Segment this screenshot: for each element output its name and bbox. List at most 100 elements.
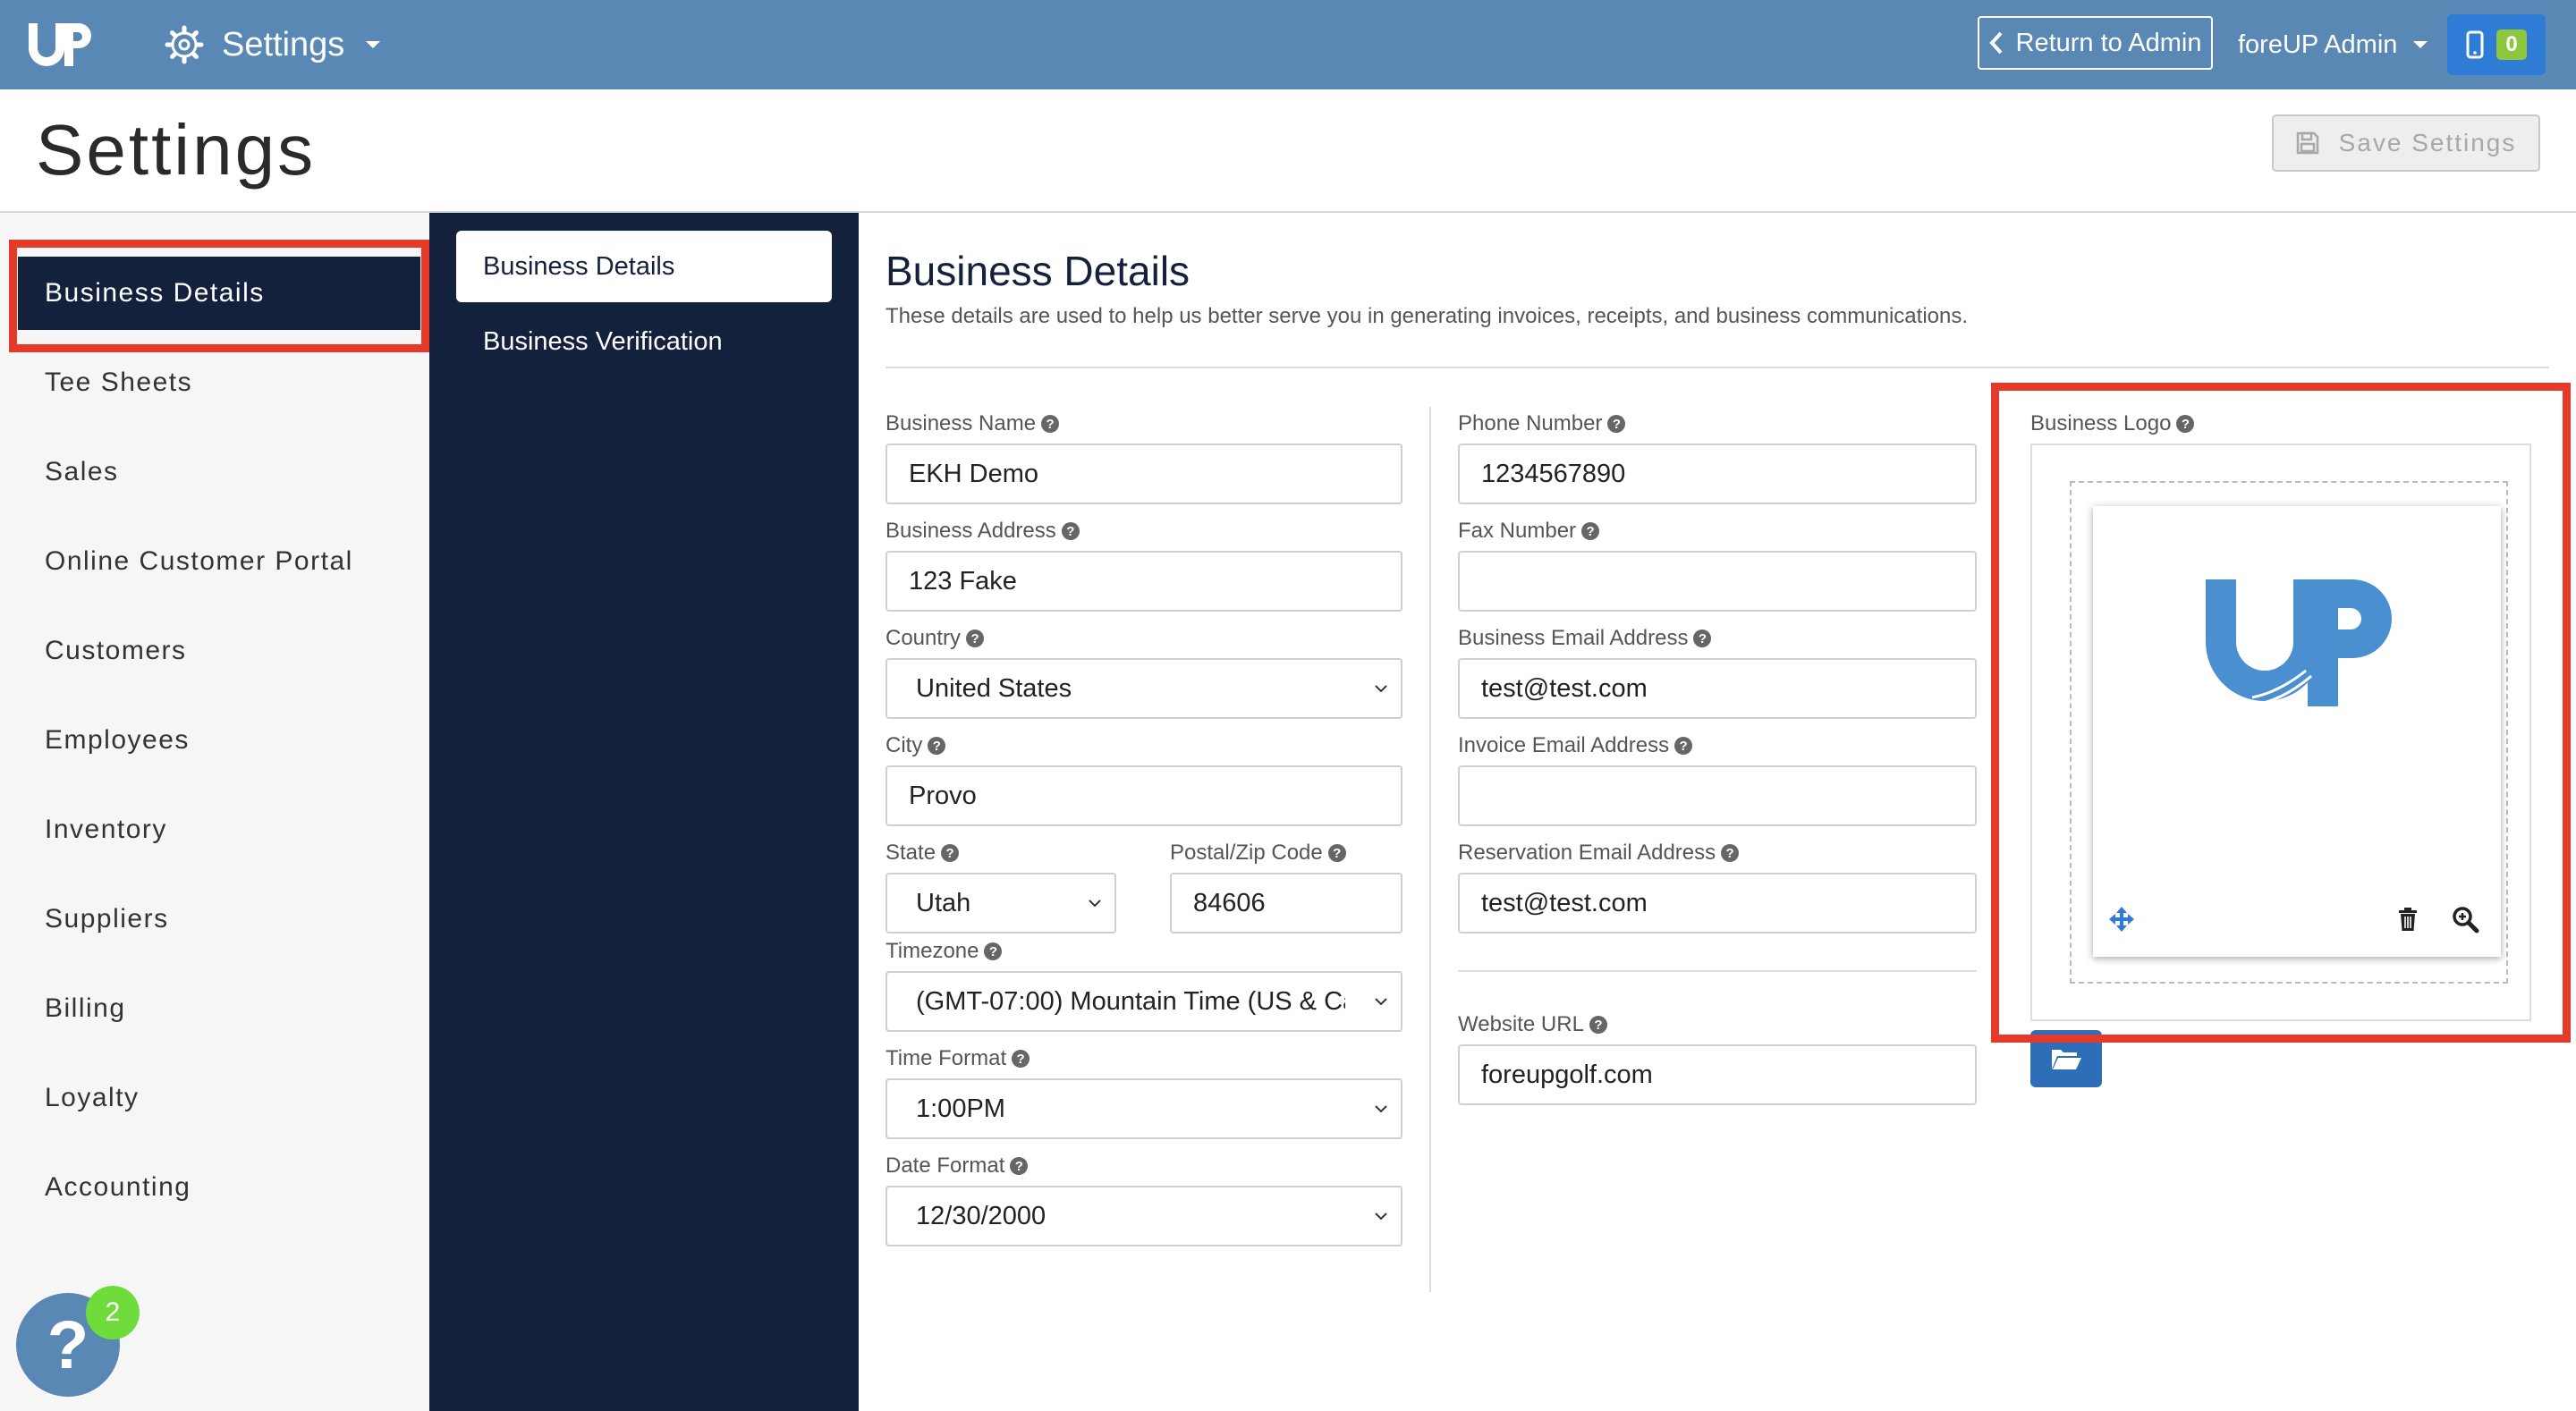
section-title: Business Details [886,248,1191,294]
browse-logo-button[interactable] [2030,1030,2102,1087]
website-label: Website URL? [1458,1012,1607,1037]
time-format-label: Time Format? [886,1046,1030,1071]
fax-input[interactable] [1458,551,1977,612]
help-icon[interactable]: ? [1061,522,1080,540]
timezone-label: Timezone? [886,939,1003,964]
trash-icon[interactable] [2394,905,2422,934]
help-notification-badge: 2 [86,1286,140,1339]
device-count-badge: 0 [2496,30,2527,60]
website-input[interactable]: foreupgolf.com [1458,1044,1977,1105]
help-icon[interactable]: ? [2176,415,2195,433]
chevron-down-icon [366,41,381,48]
help-icon[interactable]: ? [1581,522,1600,540]
fax-label-text: Fax Number [1458,519,1577,543]
reservation-email-label: Reservation Email Address? [1458,841,1740,866]
user-menu[interactable]: foreUP Admin [2238,18,2428,72]
settings-subnav [429,213,859,1411]
help-icon[interactable]: ? [1721,844,1740,862]
state-label-text: State [886,841,936,865]
city-label: City? [886,733,946,758]
state-select[interactable]: Utah [886,873,1116,934]
column-divider [1429,407,1431,1292]
return-to-admin-button[interactable]: Return to Admin [1978,16,2213,70]
country-label: Country? [886,626,985,651]
floppy-disk-icon [2296,131,2318,155]
state-label: State? [886,841,960,866]
chevron-down-icon [2413,41,2428,48]
help-icon[interactable]: ? [1674,737,1693,755]
sidebar-item-customers[interactable]: Customers [18,614,420,688]
help-icon[interactable]: ? [1693,629,1712,647]
business-address-input[interactable]: 123 Fake [886,551,1402,612]
time-format-label-text: Time Format [886,1046,1007,1070]
chevron-down-icon [1375,998,1387,1006]
sidebar-item-suppliers[interactable]: Suppliers [18,883,420,956]
sidebar-item-inventory[interactable]: Inventory [18,793,420,866]
sidebar-item-tee-sheets[interactable]: Tee Sheets [18,346,420,419]
help-icon[interactable]: ? [1327,844,1346,862]
chevron-down-icon [1375,1105,1387,1113]
user-menu-label: foreUP Admin [2238,30,2398,59]
settings-menu[interactable]: Settings [165,18,381,72]
business-email-input[interactable]: test@test.com [1458,658,1977,719]
state-select-value: Utah [916,888,971,917]
mobile-phone-icon [2466,30,2484,59]
chevron-left-icon [1988,31,2002,55]
help-icon[interactable]: ? [1010,1157,1029,1175]
business-email-label-text: Business Email Address [1458,626,1689,650]
invoice-email-input[interactable] [1458,765,1977,826]
business-name-input[interactable]: EKH Demo [886,444,1402,504]
date-format-select[interactable]: 12/30/2000 [886,1186,1402,1246]
foreup-logo[interactable] [25,18,97,72]
help-icon[interactable]: ? [1041,415,1060,433]
time-format-select[interactable]: 1:00PM [886,1078,1402,1139]
divider [886,367,2549,368]
help-icon[interactable]: ? [1012,1050,1030,1068]
top-navbar: Settings Return to Admin foreUP Admin 0 [0,0,2576,89]
business-logo-label: Business Logo? [2030,411,2195,436]
chevron-down-icon [1375,685,1387,693]
help-icon[interactable]: ? [1589,1016,1607,1034]
divider [1458,970,1977,972]
page-title: Settings [36,110,317,190]
invoice-email-label: Invoice Email Address? [1458,733,1693,758]
phone-input[interactable]: 1234567890 [1458,444,1977,504]
device-button[interactable]: 0 [2447,14,2546,75]
zoom-in-icon[interactable] [2451,905,2479,934]
help-icon[interactable]: ? [966,629,985,647]
sidebar-item-billing[interactable]: Billing [18,972,420,1045]
business-address-label: Business Address? [886,519,1080,544]
return-to-admin-label: Return to Admin [2015,28,2202,57]
date-format-select-value: 12/30/2000 [916,1201,1046,1230]
chevron-down-icon [1089,900,1101,908]
subnav-item-business-verification[interactable]: Business Verification [456,306,832,377]
time-format-select-value: 1:00PM [916,1094,1005,1123]
postal-code-label: Postal/Zip Code? [1170,841,1346,866]
business-address-label-text: Business Address [886,519,1056,543]
help-icon[interactable]: ? [941,844,960,862]
sidebar-item-business-details[interactable]: Business Details [18,257,420,330]
date-format-label: Date Format? [886,1153,1029,1179]
section-description: These details are used to help us better… [886,304,1969,328]
sidebar-item-accounting[interactable]: Accounting [18,1151,420,1224]
postal-code-input[interactable]: 84606 [1170,873,1402,934]
city-input[interactable]: Provo [886,765,1402,826]
folder-open-icon [2052,1050,2081,1069]
help-icon[interactable]: ? [928,737,946,755]
business-name-label-text: Business Name [886,411,1037,435]
business-logo-label-text: Business Logo [2030,411,2172,435]
save-settings-button[interactable]: Save Settings [2272,114,2540,172]
help-icon[interactable]: ? [984,942,1003,960]
reservation-email-input[interactable]: test@test.com [1458,873,1977,934]
sidebar-item-sales[interactable]: Sales [18,435,420,509]
postal-code-label-text: Postal/Zip Code [1170,841,1323,865]
move-icon[interactable] [2107,905,2136,934]
country-select[interactable]: United States [886,658,1402,719]
sidebar-item-online-customer-portal[interactable]: Online Customer Portal [18,525,420,598]
help-icon[interactable]: ? [1607,415,1626,433]
country-label-text: Country [886,626,962,650]
sidebar-item-employees[interactable]: Employees [18,704,420,777]
timezone-select[interactable]: (GMT-07:00) Mountain Time (US & Canada) [886,971,1402,1032]
subnav-item-business-details[interactable]: Business Details [456,231,832,302]
sidebar-item-loyalty[interactable]: Loyalty [18,1061,420,1135]
